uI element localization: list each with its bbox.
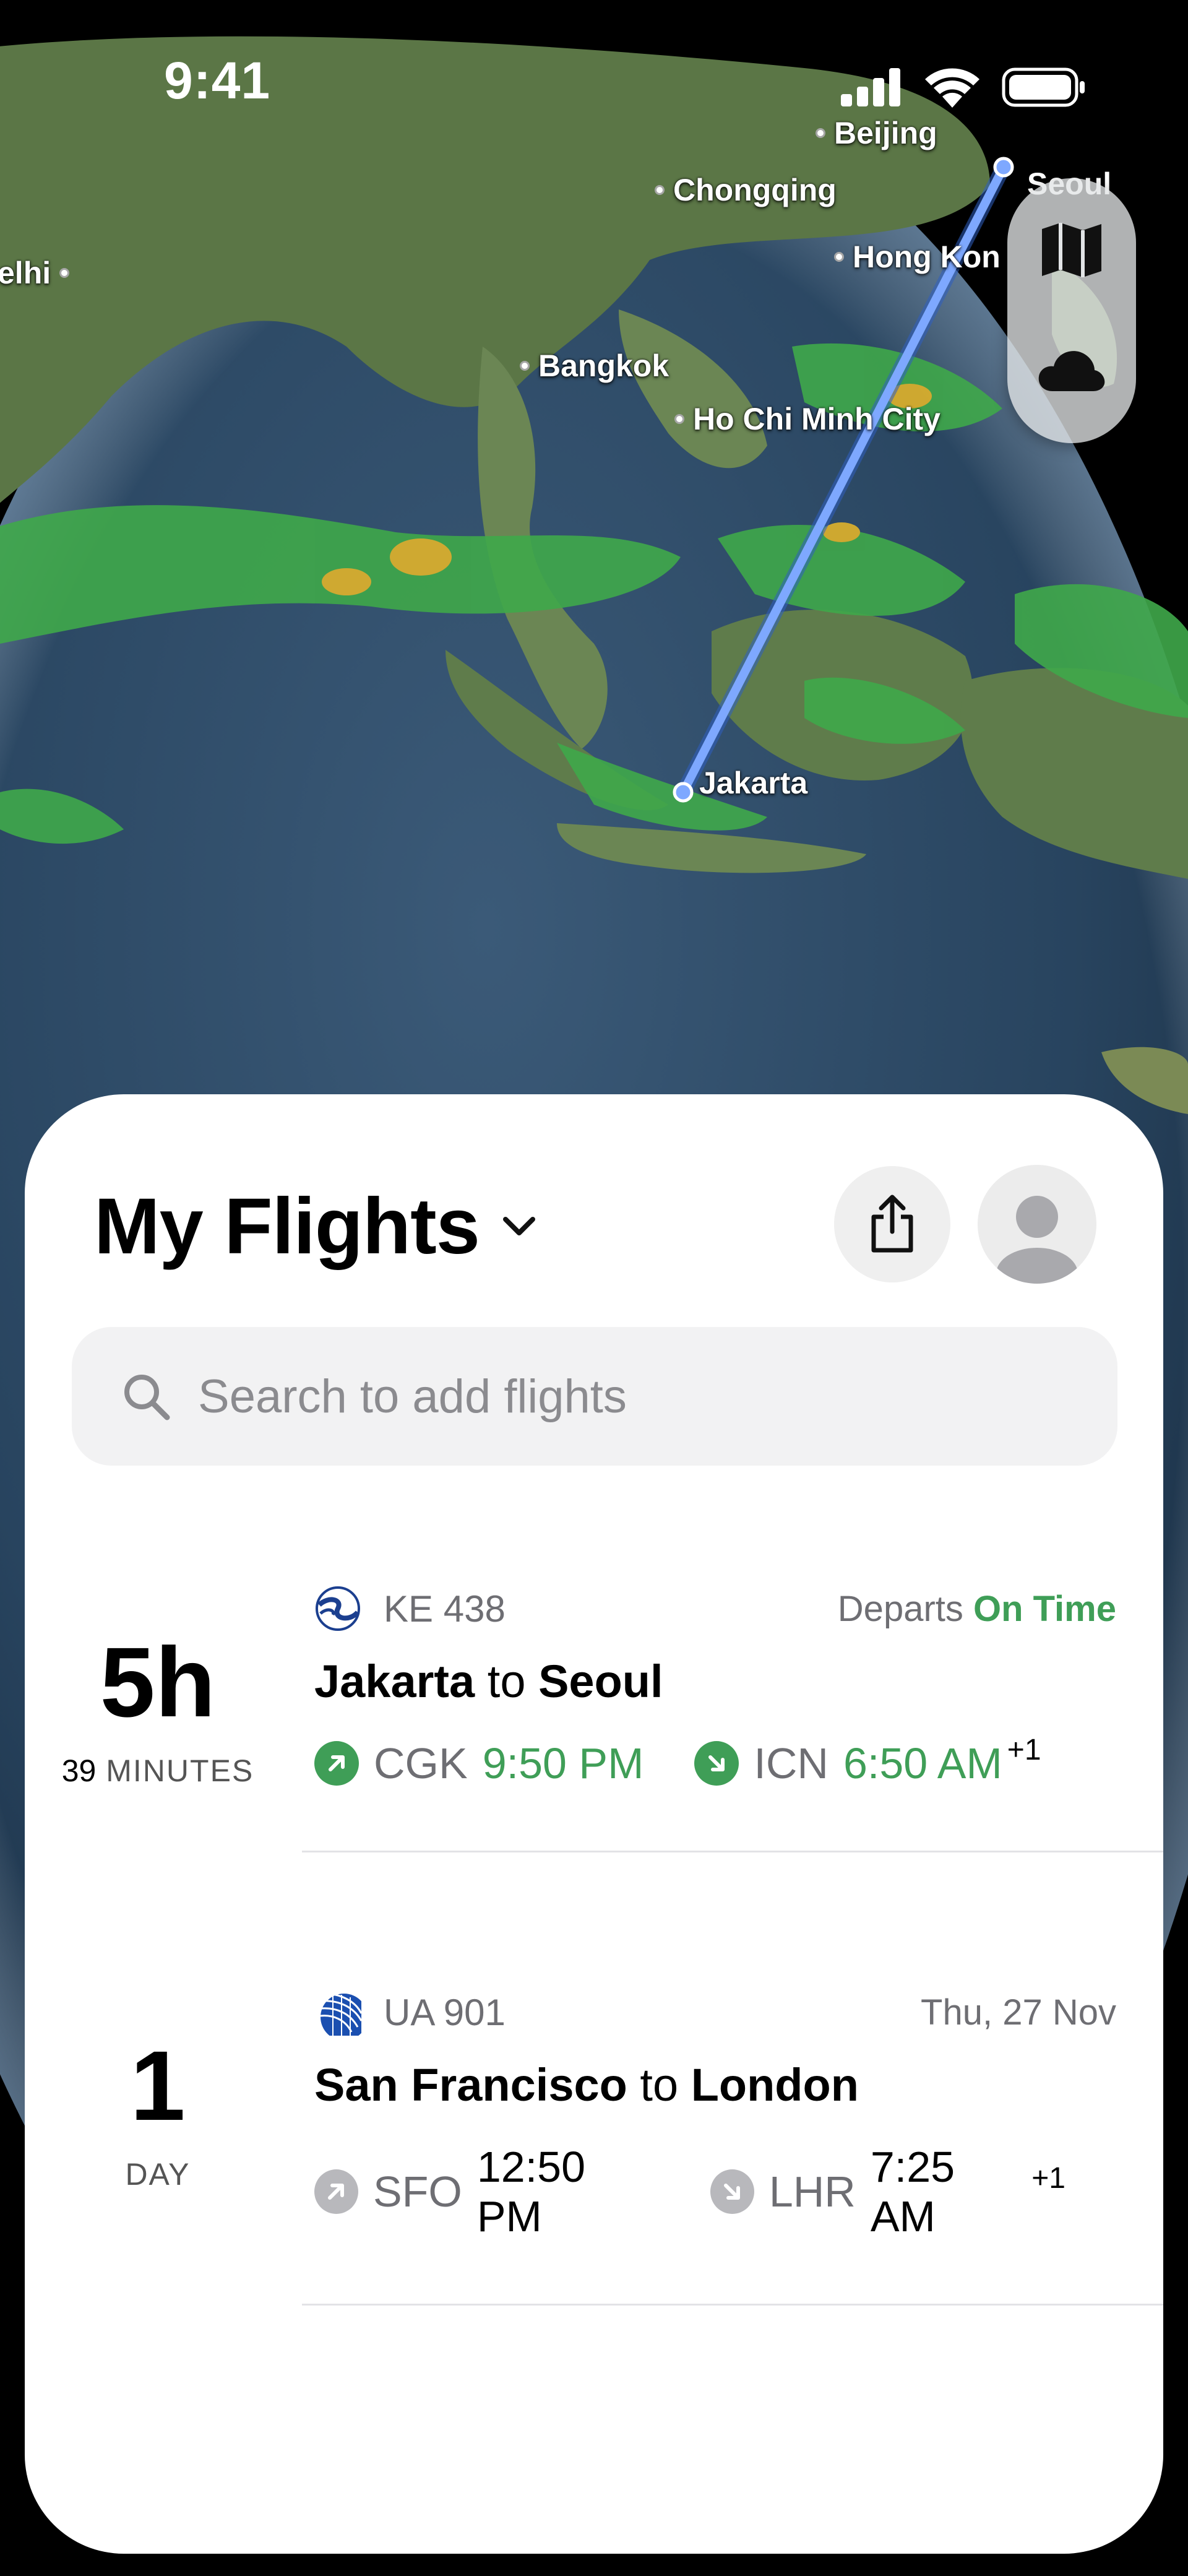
wifi-icon [925, 68, 979, 108]
cloud-icon [1038, 351, 1105, 391]
origin-city: San Francisco [314, 2059, 627, 2111]
arrival-icon [694, 1741, 739, 1786]
city-label-ho-chi-minh[interactable]: Ho Chi Minh City [674, 401, 940, 437]
departure-time: 9:50 PM [482, 1739, 644, 1787]
flight-list-selector[interactable]: My Flights [94, 1181, 536, 1272]
arrival: LHR 7:25 AM +1 [710, 2142, 1065, 2241]
city-dot [834, 252, 844, 262]
departure-icon [314, 2169, 358, 2214]
countdown-minutes: 39 [61, 1753, 97, 1788]
city-label-delhi[interactable]: elhi [0, 255, 70, 291]
sheet-header: My Flights [25, 1094, 1163, 1329]
departure: CGK 9:50 PM [314, 1739, 644, 1788]
arrival-icon [710, 2169, 754, 2214]
share-icon [871, 1195, 913, 1253]
row-divider [302, 1851, 1163, 1852]
flight-info: KE 438 Departs On Time Jakarta to Seoul … [314, 1581, 1116, 1788]
city-label-jakarta[interactable]: Jakarta [699, 765, 807, 801]
departure-code: SFO [372, 2168, 462, 2216]
sheet-title: My Flights [94, 1182, 480, 1271]
arrival-code: ICN [754, 1739, 829, 1787]
flight-info: UA 901 Thu, 27 Nov San Francisco to Lond… [314, 1984, 1116, 2241]
day-offset: +1 [1031, 2161, 1065, 2195]
flight-route: San Francisco to London [314, 2059, 1116, 2111]
destination-city: Seoul [538, 1656, 663, 1707]
arrival-code: LHR [768, 2168, 856, 2216]
city-label-bangkok[interactable]: Bangkok [520, 348, 669, 384]
flight-number: UA 901 [384, 1991, 506, 2033]
flight-status: Departs On Time [838, 1588, 1116, 1630]
korean-air-logo [316, 1586, 360, 1631]
flight-number: KE 438 [384, 1588, 506, 1630]
status-bar: 9:41 [0, 0, 1188, 173]
city-label-hong-kong[interactable]: Hong Kon [834, 239, 1001, 275]
status-time: 9:41 [164, 51, 271, 110]
cellular-signal-icon [841, 68, 900, 106]
search-placeholder: Search to add flights [198, 1370, 627, 1423]
city-dot [520, 361, 530, 371]
countdown-value: 1 [130, 2030, 186, 2141]
route-connector: to [640, 2059, 679, 2111]
city-label-chongqing[interactable]: Chongqing [655, 172, 837, 208]
chevron-down-icon [502, 1216, 535, 1235]
flight-route: Jakarta to Seoul [314, 1655, 1116, 1708]
map-style-button[interactable] [1007, 188, 1136, 312]
weather-layer-button[interactable] [1007, 308, 1136, 432]
departure-code: CGK [374, 1739, 468, 1787]
avatar-button[interactable] [978, 1165, 1096, 1284]
united-logo [314, 1989, 361, 2036]
countdown: 1 DAY [37, 2036, 278, 2192]
share-button[interactable] [834, 1166, 950, 1282]
flight-info-header: UA 901 Thu, 27 Nov [314, 1984, 1116, 2040]
map-controls [1007, 178, 1136, 443]
flight-row-ke438[interactable]: 5h 39 MINUTES KE 438 Departs On Time Jak… [25, 1552, 1163, 1998]
arrival-time: 6:50 AM [843, 1739, 1002, 1787]
day-offset: +1 [1007, 1733, 1041, 1766]
flight-date: Thu, 27 Nov [921, 1992, 1116, 2033]
row-divider [302, 2304, 1163, 2306]
person-icon [996, 1196, 1078, 1284]
search-input[interactable]: Search to add flights [72, 1327, 1117, 1466]
arrival-time: 7:25 AM [870, 2143, 955, 2241]
search-icon [124, 1375, 170, 1420]
countdown-unit-label: MINUTES [106, 1753, 254, 1788]
departure: SFO 12:50 PM [314, 2142, 660, 2241]
departure-time: 12:50 PM [476, 2143, 586, 2241]
status-prefix: Departs [837, 1588, 963, 1629]
flight-info-header: KE 438 Departs On Time [314, 1581, 1116, 1636]
city-dot [59, 268, 70, 278]
countdown-unit: DAY [125, 2157, 191, 2192]
flight-times: CGK 9:50 PM ICN 6:50 AM +1 [314, 1734, 1116, 1788]
route-connector: to [487, 1656, 526, 1707]
departure-icon [314, 1741, 359, 1786]
origin-city: Jakarta [314, 1656, 475, 1707]
city-dot [655, 185, 665, 195]
countdown-unit: 39 MINUTES [37, 1753, 278, 1789]
flight-times: SFO 12:50 PM LHR 7:25 AM +1 [314, 2142, 1116, 2241]
flights-sheet: My Flights Search to add flights 5h 39 M… [25, 1094, 1163, 2554]
countdown: 5h 39 MINUTES [37, 1633, 278, 1789]
arrival: ICN 6:50 AM +1 [694, 1734, 1041, 1788]
destination-city: London [691, 2059, 859, 2111]
battery-icon [1002, 67, 1085, 107]
status-value: On Time [973, 1588, 1116, 1629]
map-icon [1042, 223, 1101, 277]
city-dot [674, 414, 684, 424]
flight-row-ua901[interactable]: 1 DAY UA 901 Thu, 27 Nov San Francisco t… [25, 1956, 1163, 2401]
status-icons [841, 67, 1086, 108]
countdown-value: 5h [100, 1627, 216, 1737]
